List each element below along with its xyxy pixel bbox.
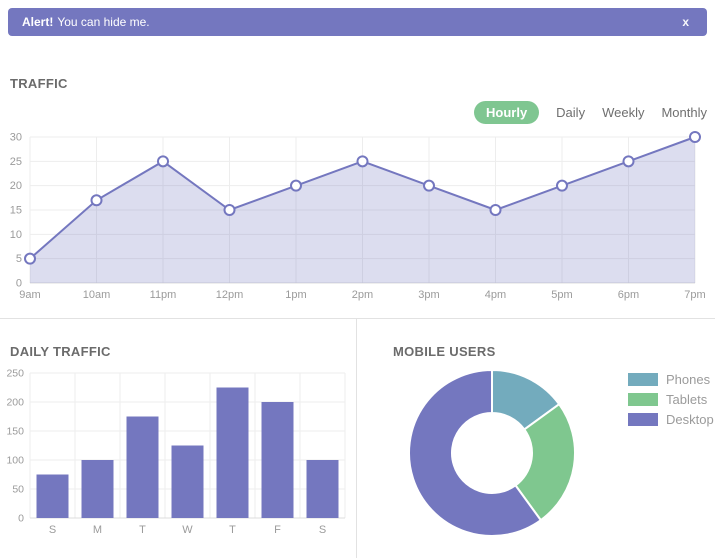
legend-item-phones: Phones <box>628 372 714 387</box>
mobile-users-title: MOBILE USERS <box>393 344 496 359</box>
svg-text:5: 5 <box>16 253 22 265</box>
svg-text:3pm: 3pm <box>418 289 439 301</box>
alert-message: Alert! You can hide me. <box>22 15 150 29</box>
tab-hourly[interactable]: Hourly <box>474 101 540 124</box>
svg-text:200: 200 <box>6 397 24 409</box>
alert-message-text: You can hide me. <box>57 15 150 29</box>
bottom-panels-row: DAILY TRAFFIC 0 50 100 150 200 250 S M T W T F S MOB… <box>0 318 715 558</box>
svg-text:9am: 9am <box>19 289 40 301</box>
daily-traffic-bar-chart[interactable]: 0 50 100 150 200 250 S M T W T F S <box>0 361 356 551</box>
tab-weekly[interactable]: Weekly <box>602 105 644 120</box>
svg-text:0: 0 <box>18 513 24 525</box>
svg-text:10: 10 <box>10 229 22 241</box>
tablets-swatch-icon <box>628 393 658 406</box>
svg-text:0: 0 <box>16 278 22 290</box>
svg-text:150: 150 <box>6 426 24 438</box>
svg-text:10am: 10am <box>83 289 111 301</box>
svg-text:T: T <box>229 524 236 536</box>
svg-text:25: 25 <box>10 156 22 168</box>
svg-text:250: 250 <box>6 368 24 380</box>
svg-text:M: M <box>93 524 102 536</box>
legend-item-desktop: Desktop <box>628 412 714 427</box>
traffic-section: TRAFFIC Hourly Daily Weekly Monthly 0 5 10… <box>0 36 715 318</box>
tab-daily[interactable]: Daily <box>556 105 585 120</box>
svg-text:S: S <box>319 524 326 536</box>
svg-text:T: T <box>139 524 146 536</box>
svg-text:6pm: 6pm <box>618 289 639 301</box>
svg-text:15: 15 <box>10 205 22 217</box>
legend-label-phones: Phones <box>666 372 711 387</box>
legend-item-tablets: Tablets <box>628 392 714 407</box>
alert-close-button[interactable]: x <box>678 13 693 31</box>
svg-text:S: S <box>49 524 56 536</box>
daily-traffic-panel: DAILY TRAFFIC 0 50 100 150 200 250 S M T W T F S <box>0 319 357 558</box>
legend-label-desktop: Desktop <box>666 412 714 427</box>
tab-monthly[interactable]: Monthly <box>661 105 707 120</box>
mobile-users-donut-chart[interactable] <box>402 363 582 543</box>
svg-text:100: 100 <box>6 455 24 467</box>
legend-label-tablets: Tablets <box>666 392 708 407</box>
traffic-range-tabs: Hourly Daily Weekly Monthly <box>474 101 707 124</box>
svg-text:20: 20 <box>10 180 22 192</box>
svg-text:30: 30 <box>10 132 22 144</box>
traffic-section-title: TRAFFIC <box>10 76 68 91</box>
svg-text:4pm: 4pm <box>485 289 506 301</box>
svg-text:2pm: 2pm <box>352 289 373 301</box>
mobile-users-legend: Phones Tablets Desktop <box>628 372 714 432</box>
svg-text:W: W <box>182 524 193 536</box>
svg-text:50: 50 <box>12 484 24 496</box>
svg-text:F: F <box>274 524 281 536</box>
alert-prefix: Alert! <box>22 15 54 29</box>
phones-swatch-icon <box>628 373 658 386</box>
desktop-swatch-icon <box>628 413 658 426</box>
svg-text:5pm: 5pm <box>551 289 572 301</box>
alert-banner: Alert! You can hide me. x <box>8 8 707 36</box>
traffic-line-chart[interactable]: 0 5 10 15 20 25 30 9am 10am 11pm 12pm 1pm 2pm 3pm 4pm 5… <box>0 125 715 307</box>
svg-text:11pm: 11pm <box>150 289 177 301</box>
daily-traffic-title: DAILY TRAFFIC <box>10 344 111 359</box>
mobile-users-panel: MOBILE USERS Phones Tablets Desktop <box>357 319 715 558</box>
svg-text:7pm: 7pm <box>684 289 705 301</box>
svg-text:12pm: 12pm <box>216 289 244 301</box>
svg-text:1pm: 1pm <box>285 289 306 301</box>
